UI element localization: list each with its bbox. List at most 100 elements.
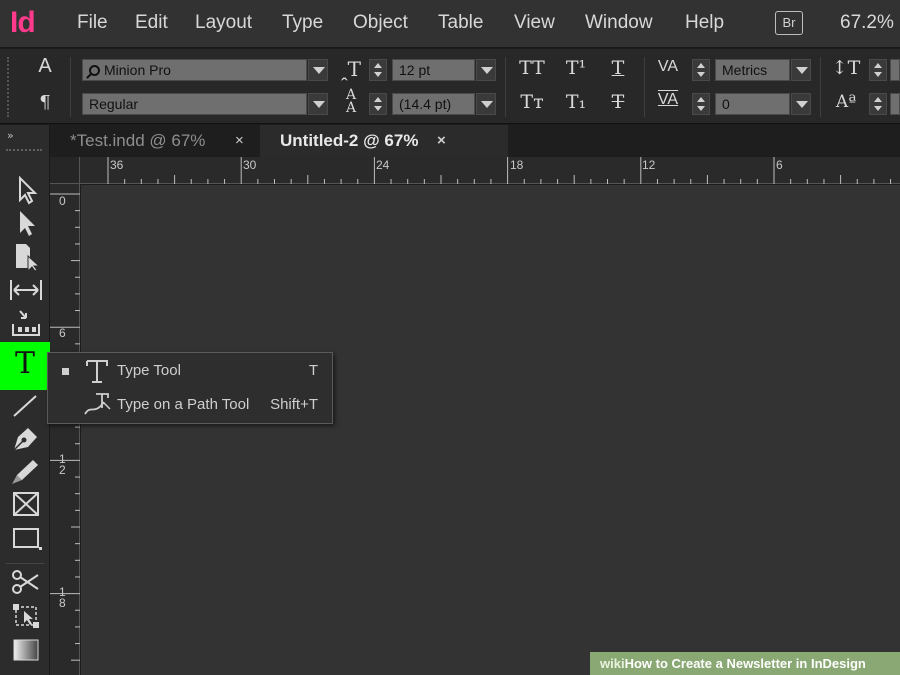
close-tab-icon[interactable]: × <box>437 125 446 157</box>
gap-tool[interactable] <box>8 275 44 305</box>
free-transform-tool[interactable] <box>8 601 44 631</box>
menu-help[interactable]: Help <box>685 12 724 34</box>
strikethrough-button[interactable]: T <box>600 91 636 113</box>
subscript-button[interactable]: T₁ <box>558 91 594 113</box>
ruler-label: 6 <box>776 158 783 172</box>
type-tool-icon: T <box>14 346 35 381</box>
horizontal-ruler[interactable]: 36 30 24 18 12 6 <box>50 157 900 184</box>
baseline-shift-field[interactable] <box>890 93 900 115</box>
menu-layout[interactable]: Layout <box>195 12 252 34</box>
flyout-item-type-on-path-tool[interactable]: Type on a Path Tool Shift+T <box>48 388 332 422</box>
font-size-dropdown[interactable] <box>476 59 496 81</box>
document-canvas[interactable] <box>81 185 900 675</box>
tracking-stepper[interactable] <box>692 93 710 115</box>
underline-button[interactable]: T <box>600 57 636 79</box>
expand-toolbox-icon[interactable]: » <box>7 129 14 142</box>
vertical-scale-stepper[interactable] <box>869 59 887 81</box>
app-logo[interactable]: Id <box>10 3 50 43</box>
toolbox: » T <box>0 125 50 675</box>
flyout-shortcut: T <box>308 362 318 379</box>
tab-test-indd[interactable]: *Test.indd @ 67% × <box>50 125 260 157</box>
vertical-ruler[interactable]: 0 6 1 2 1 8 <box>50 184 80 675</box>
kerning-icon: VA <box>657 58 679 75</box>
close-tab-icon[interactable]: × <box>235 125 244 157</box>
small-caps-button[interactable]: Tт <box>514 91 550 113</box>
scissors-icon <box>12 570 39 594</box>
flyout-item-type-tool[interactable]: Type Tool T <box>48 354 332 388</box>
font-family-field[interactable]: Minion Pro <box>82 59 307 81</box>
menu-type[interactable]: Type <box>282 12 323 34</box>
menu-view[interactable]: View <box>514 12 555 34</box>
bridge-button[interactable]: Br <box>775 11 803 35</box>
page-tool[interactable] <box>8 242 44 273</box>
divider <box>820 57 821 117</box>
kerning-stepper[interactable] <box>692 59 710 81</box>
leading-dropdown[interactable] <box>476 93 496 115</box>
font-size-stepper[interactable] <box>369 59 387 81</box>
font-family-dropdown[interactable] <box>308 59 328 81</box>
panel-grip[interactable] <box>7 57 10 117</box>
menu-window[interactable]: Window <box>585 12 653 34</box>
tab-label: *Test.indd @ 67% <box>70 131 206 150</box>
rectangle-frame-icon <box>13 492 39 516</box>
divider <box>644 57 645 117</box>
font-size-icon: ꞈT <box>341 57 361 81</box>
line-tool[interactable] <box>8 390 44 420</box>
page-tool-icon <box>16 244 41 273</box>
type-on-path-icon <box>84 393 111 415</box>
type-tool[interactable]: T <box>0 342 50 390</box>
leading-stepper[interactable] <box>369 93 387 115</box>
content-collector-tool[interactable] <box>8 308 44 338</box>
superscript-button[interactable]: T¹ <box>558 57 594 79</box>
tracking-dropdown[interactable] <box>791 93 811 115</box>
kerning-dropdown[interactable] <box>791 59 811 81</box>
rectangle-frame-tool[interactable] <box>8 489 44 519</box>
menu-table[interactable]: Table <box>438 12 483 34</box>
ruler-origin[interactable] <box>50 157 80 184</box>
menu-edit[interactable]: Edit <box>135 12 168 34</box>
ruler-label: 6 <box>59 326 66 340</box>
flyout-label: Type Tool <box>117 362 181 379</box>
search-icon <box>89 65 100 76</box>
tab-untitled-2[interactable]: Untitled-2 @ 67% × <box>260 125 508 157</box>
scissors-tool[interactable] <box>8 567 44 597</box>
tracking-field[interactable]: 0 <box>715 93 790 115</box>
rectangle-icon <box>13 528 42 550</box>
vertical-scale-field[interactable] <box>890 59 900 81</box>
ruler-label: 12 <box>642 158 656 172</box>
menu-bar: Id File Edit Layout Type Object Table Vi… <box>0 0 900 48</box>
ruler-label: 1 8 <box>59 585 66 610</box>
vertical-scale-icon: ↕T <box>831 57 861 79</box>
leading-icon: AA <box>345 87 357 116</box>
content-collector-icon <box>12 310 40 336</box>
control-panel: A ¶ Minion Pro Regular ꞈT 12 pt AA (14.4… <box>0 49 900 124</box>
font-style-dropdown[interactable] <box>308 93 328 115</box>
pencil-tool[interactable] <box>8 456 44 486</box>
rectangle-tool[interactable] <box>8 523 44 553</box>
paragraph-mode-button[interactable]: ¶ <box>30 92 60 113</box>
zoom-level[interactable]: 67.2% <box>840 12 894 34</box>
gap-tool-icon <box>10 280 42 300</box>
document-tab-bar: *Test.indd @ 67% × Untitled-2 @ 67% × <box>50 125 900 157</box>
all-caps-button[interactable]: TT <box>514 57 550 79</box>
character-mode-button[interactable]: A <box>30 55 60 78</box>
gradient-icon <box>13 639 39 661</box>
leading-field[interactable]: (14.4 pt) <box>392 93 475 115</box>
kerning-field[interactable]: Metrics <box>715 59 790 81</box>
gradient-swatch-tool[interactable] <box>8 635 44 665</box>
divider <box>70 57 71 117</box>
font-size-field[interactable]: 12 pt <box>392 59 475 81</box>
baseline-shift-icon: Aª <box>835 92 857 112</box>
menu-object[interactable]: Object <box>353 12 408 34</box>
menu-file[interactable]: File <box>77 12 108 34</box>
font-style-field[interactable]: Regular <box>82 93 307 115</box>
ruler-label: 18 <box>510 158 524 172</box>
divider <box>6 563 44 564</box>
baseline-shift-stepper[interactable] <box>869 93 887 115</box>
font-family-value: Minion Pro <box>104 62 171 78</box>
direct-selection-tool[interactable] <box>8 208 44 238</box>
pen-tool[interactable] <box>8 423 44 453</box>
toolbox-grip[interactable] <box>6 149 42 151</box>
selection-tool[interactable] <box>8 175 44 205</box>
selection-arrow-icon <box>19 175 38 205</box>
